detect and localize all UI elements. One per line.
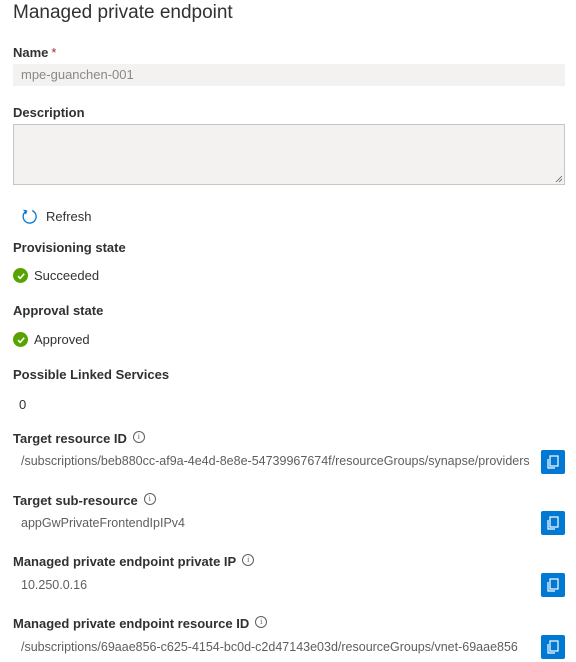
- copy-icon: [547, 640, 559, 654]
- copy-icon: [547, 578, 559, 592]
- target-sub-resource-label: Target sub-resource i: [13, 493, 156, 508]
- provisioning-state-label: Provisioning state: [13, 240, 126, 255]
- target-resource-value: /subscriptions/beb880cc-af9a-4e4d-8e8e-5…: [21, 454, 530, 468]
- refresh-icon: [22, 209, 37, 224]
- endpoint-resource-label-text: Managed private endpoint resource ID: [13, 616, 250, 631]
- name-label-text: Name: [13, 45, 49, 60]
- provisioning-state-status: Succeeded: [13, 268, 99, 283]
- info-icon[interactable]: i: [132, 431, 145, 443]
- page-title: Managed private endpoint: [13, 2, 233, 23]
- name-field[interactable]: mpe-guanchen-001: [13, 64, 565, 86]
- provisioning-state-value: Succeeded: [34, 268, 100, 283]
- linked-services-count: 0: [19, 397, 27, 412]
- private-ip-value: 10.250.0.16: [21, 578, 88, 592]
- info-icon[interactable]: i: [255, 616, 268, 628]
- name-label: Name *: [13, 45, 56, 60]
- copy-private-ip-button[interactable]: [541, 573, 565, 597]
- description-label: Description: [13, 105, 85, 120]
- copy-icon: [547, 516, 559, 530]
- approval-state-value: Approved: [34, 332, 90, 347]
- private-ip-label-text: Managed private endpoint private IP: [13, 554, 237, 569]
- refresh-button[interactable]: Refresh: [21, 208, 92, 225]
- linked-services-label: Possible Linked Services: [13, 367, 170, 382]
- endpoint-resource-label: Managed private endpoint resource ID i: [13, 616, 268, 631]
- approval-state-status: Approved: [13, 332, 90, 347]
- target-sub-resource-label-text: Target sub-resource: [13, 493, 138, 508]
- copy-target-resource-button[interactable]: [541, 450, 565, 474]
- target-resource-label: Target resource ID i: [13, 431, 145, 446]
- resize-grip-icon[interactable]: [555, 175, 563, 183]
- copy-icon: [547, 455, 559, 469]
- endpoint-resource-value: /subscriptions/69aae856-c625-4154-bc0d-c…: [21, 640, 518, 654]
- description-field[interactable]: [13, 124, 565, 185]
- approved-check-icon: [13, 332, 28, 347]
- copy-endpoint-resource-button[interactable]: [541, 635, 565, 659]
- private-ip-label: Managed private endpoint private IP i: [13, 554, 255, 569]
- required-mark: *: [51, 45, 57, 60]
- success-check-icon: [13, 268, 28, 283]
- info-icon[interactable]: i: [242, 554, 255, 566]
- target-sub-resource-value: appGwPrivateFrontendIpIPv4: [21, 516, 185, 530]
- copy-target-sub-resource-button[interactable]: [541, 511, 565, 535]
- approval-state-label: Approval state: [13, 303, 104, 318]
- target-resource-label-text: Target resource ID: [13, 431, 127, 446]
- refresh-label: Refresh: [46, 209, 92, 224]
- info-icon[interactable]: i: [143, 493, 156, 505]
